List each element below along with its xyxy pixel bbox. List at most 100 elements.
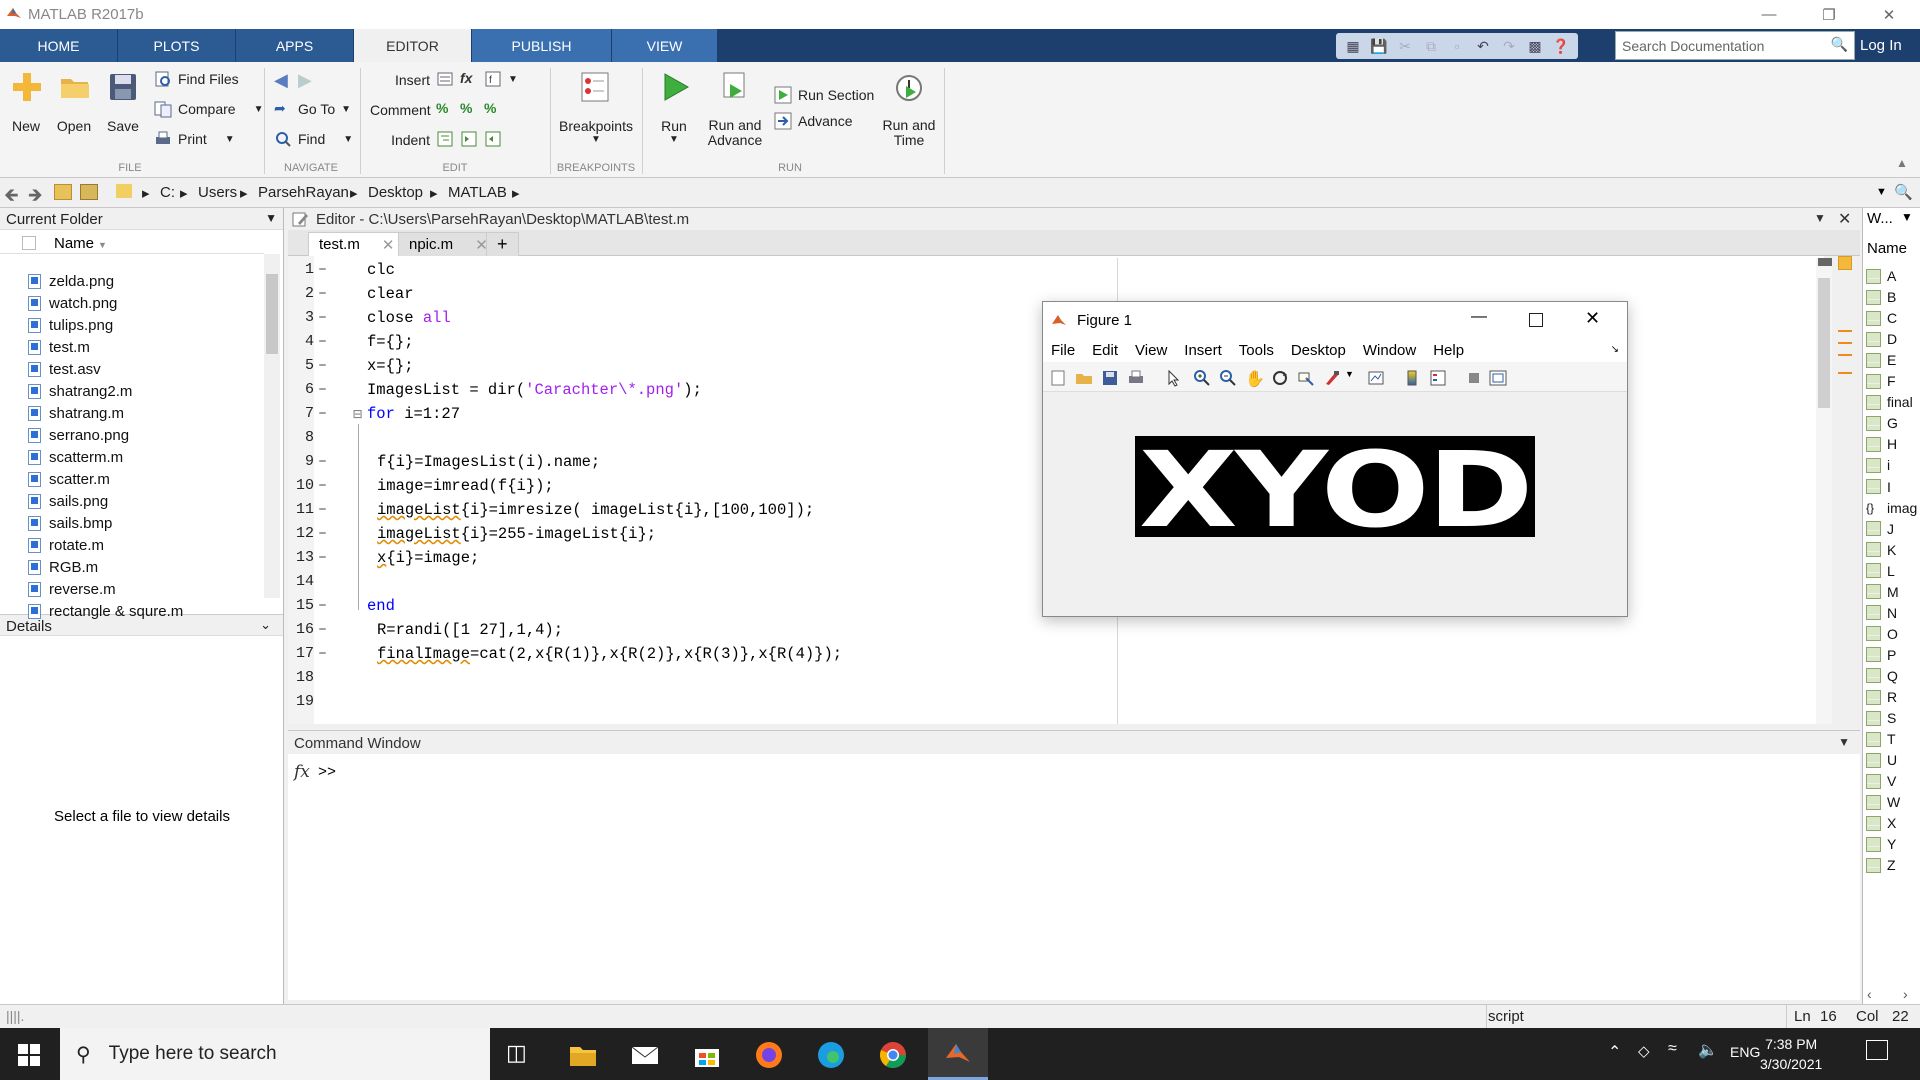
copy-icon[interactable]: ⧉ (1420, 34, 1442, 58)
breakpoint-marker[interactable]: – (318, 405, 327, 422)
store-icon[interactable] (692, 1040, 722, 1070)
file-list-item[interactable]: test.asv (28, 358, 101, 380)
path-crumb-users[interactable]: Users (198, 184, 237, 201)
scroll-left-icon[interactable]: ‹ (1867, 986, 1872, 1002)
firefox-icon[interactable] (754, 1040, 784, 1070)
file-list-item[interactable]: rotate.m (28, 534, 104, 556)
workspace-variable[interactable]: A (1866, 268, 1896, 284)
run-dropdown-icon[interactable]: ▼ (664, 134, 684, 145)
edge-icon[interactable] (816, 1040, 846, 1070)
workspace-variable[interactable]: T (1866, 731, 1896, 747)
code-analyzer-indicator-icon[interactable] (1838, 256, 1852, 270)
menu-help[interactable]: Help (1433, 342, 1464, 359)
workspace-variable[interactable]: P (1866, 647, 1896, 663)
link-plot-icon[interactable] (1367, 369, 1385, 387)
save-figure-icon[interactable] (1101, 369, 1119, 387)
workspace-variable[interactable]: D (1866, 331, 1897, 347)
workspace-variable[interactable]: R (1866, 689, 1897, 705)
zoom-in-icon[interactable] (1193, 369, 1211, 387)
workspace-variable[interactable]: U (1866, 752, 1897, 768)
run-and-advance-icon[interactable] (718, 70, 752, 104)
print-figure-icon[interactable] (1127, 369, 1145, 387)
command-prompt[interactable]: >> (318, 764, 336, 781)
mail-icon[interactable] (630, 1040, 660, 1070)
compare-button[interactable]: Compare ▼ (154, 100, 264, 118)
scroll-thumb[interactable] (1818, 278, 1830, 408)
breakpoint-marker[interactable]: – (318, 597, 327, 614)
run-and-time-icon[interactable] (892, 70, 926, 104)
compare-dropdown-icon[interactable]: ▼ (254, 104, 264, 115)
breakpoint-marker[interactable]: – (318, 477, 327, 494)
breakpoint-marker[interactable]: – (318, 645, 327, 662)
breakpoint-marker[interactable]: – (318, 549, 327, 566)
workspace-variable[interactable]: Q (1866, 668, 1898, 684)
fold-icon[interactable]: ⊟ (353, 405, 362, 424)
dock-figure-icon[interactable]: ↘ (1611, 344, 1619, 355)
comment-icon[interactable]: % (436, 100, 454, 118)
file-list-item[interactable]: shatrang.m (28, 402, 124, 424)
breakpoint-marker[interactable]: – (318, 357, 327, 374)
find-dropdown-icon[interactable]: ▼ (343, 134, 353, 145)
file-list-item[interactable]: test.m (28, 336, 90, 358)
insert-section-icon[interactable] (436, 70, 454, 88)
insert-dropdown-icon[interactable]: ▼ (508, 74, 518, 85)
workspace-menu-icon[interactable]: ▼ (1901, 210, 1913, 224)
line-number[interactable]: 3 (288, 309, 314, 326)
workspace-variable[interactable]: I (1866, 479, 1891, 495)
task-view-icon[interactable]: ◫ (506, 1040, 536, 1070)
up-folder-icon[interactable] (54, 184, 72, 200)
breakpoint-marker[interactable]: – (318, 333, 327, 350)
command-window[interactable]: fx >> (288, 754, 1860, 1000)
back-arrow-icon[interactable]: ◀ (274, 70, 292, 90)
code-line[interactable]: end (367, 597, 395, 615)
workspace-variable[interactable]: N (1866, 605, 1897, 621)
breakpoints-button[interactable]: Breakpoints (556, 118, 636, 134)
breakpoint-marker[interactable]: – (318, 285, 327, 302)
close-button[interactable]: ✕ (1866, 0, 1912, 29)
code-line[interactable]: x={}; (367, 357, 414, 375)
windows-start-icon[interactable] (18, 1044, 40, 1066)
line-number[interactable]: 15 (288, 597, 314, 614)
print-dropdown-icon[interactable]: ▼ (225, 134, 235, 145)
code-line[interactable]: x{i}=image; (377, 549, 479, 567)
breakpoints-icon[interactable] (578, 70, 612, 104)
insert-legend-icon[interactable] (1429, 369, 1447, 387)
find-files-button[interactable]: Find Files (154, 70, 239, 88)
line-number[interactable]: 4 (288, 333, 314, 350)
workspace-variable[interactable]: O (1866, 626, 1898, 642)
line-number[interactable]: 19 (288, 693, 314, 710)
show-plot-tools-icon[interactable] (1489, 369, 1507, 387)
editor-menu-icon[interactable]: ▼ (1814, 211, 1826, 225)
workspace-variable[interactable]: i (1866, 457, 1890, 473)
zoom-out-icon[interactable] (1219, 369, 1237, 387)
tab-publish[interactable]: PUBLISH (472, 29, 612, 62)
menu-view[interactable]: View (1135, 342, 1167, 359)
goto-button[interactable]: ➦ Go To ▼ (274, 100, 351, 118)
workspace-variable[interactable]: final (1866, 394, 1913, 410)
advance-button[interactable]: Advance (774, 112, 852, 130)
new-tab-button[interactable]: + (486, 232, 519, 256)
tab-home[interactable]: HOME (0, 29, 118, 62)
redo-icon[interactable]: ↷ (1498, 34, 1520, 58)
taskbar-clock[interactable]: 7:38 PM 3/30/2021 (1760, 1034, 1822, 1074)
menu-file[interactable]: File (1051, 342, 1075, 359)
code-line[interactable]: imageList{i}=255-imageList{i}; (377, 525, 656, 543)
menu-edit[interactable]: Edit (1092, 342, 1118, 359)
path-crumb-c[interactable]: C: (160, 184, 175, 201)
layout-icon[interactable]: ▦ (1342, 34, 1364, 58)
find-button[interactable]: Find ▼ (274, 130, 353, 148)
open-button[interactable]: Open (56, 118, 92, 134)
file-list-item[interactable]: shatrang2.m (28, 380, 132, 402)
run-icon[interactable] (658, 70, 692, 104)
warning-marker[interactable] (1838, 372, 1852, 374)
forward-arrow-icon[interactable]: ▶ (298, 70, 316, 90)
line-number[interactable]: 1 (288, 261, 314, 278)
line-number[interactable]: 8 (288, 429, 314, 446)
language-indicator[interactable]: ENG (1730, 1044, 1760, 1060)
workspace-variable[interactable]: C (1866, 310, 1897, 326)
file-list-item[interactable]: tulips.png (28, 314, 113, 336)
file-list-item[interactable]: RGB.m (28, 556, 98, 578)
close-editor-icon[interactable]: ✕ (1838, 209, 1851, 229)
show-hidden-icons-icon[interactable]: ⌃ (1608, 1042, 1621, 1062)
new-button[interactable]: New (8, 118, 44, 134)
